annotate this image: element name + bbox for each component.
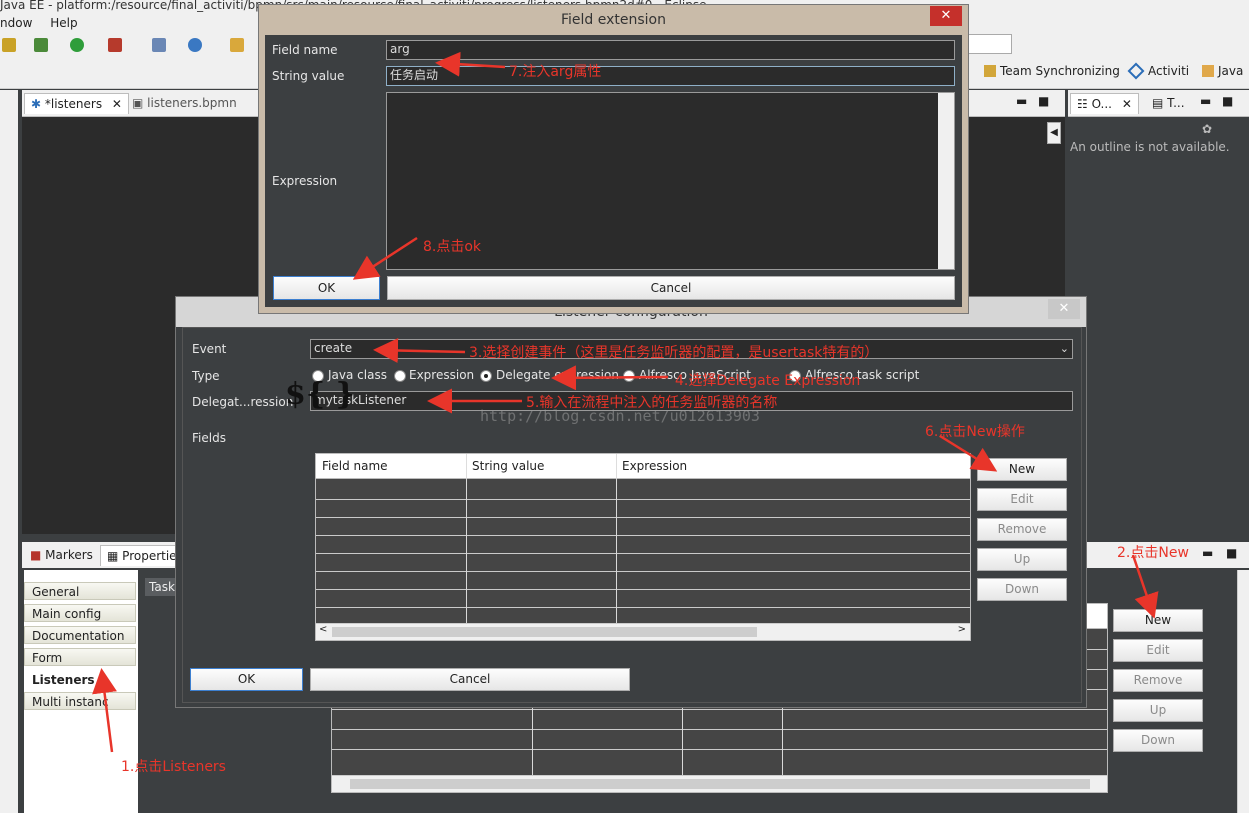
arrow-1 xyxy=(92,668,117,753)
annotation-6: 6.点击New操作 xyxy=(925,424,1025,440)
arrow-7 xyxy=(435,51,506,77)
annotation-7: 7.注入arg属性 xyxy=(509,64,602,80)
annotation-4: 4.选择Delegate Expression xyxy=(675,373,861,389)
annotation-1: 1.点击Listeners xyxy=(121,759,226,775)
annotation-2: 2.点击New xyxy=(1117,545,1189,561)
arrow-4 xyxy=(551,365,669,391)
arrow-3 xyxy=(373,337,466,363)
arrow-2 xyxy=(1131,554,1159,619)
annotation-8: 8.点击ok xyxy=(423,239,482,255)
annotation-3: 3.选择创建事件（这里是任务监听器的配置，是usertask特有的） xyxy=(469,345,879,361)
annotation-5: 5.输入在流程中注入的任务监听器的名称 xyxy=(526,395,778,411)
arrow-8 xyxy=(352,236,418,280)
